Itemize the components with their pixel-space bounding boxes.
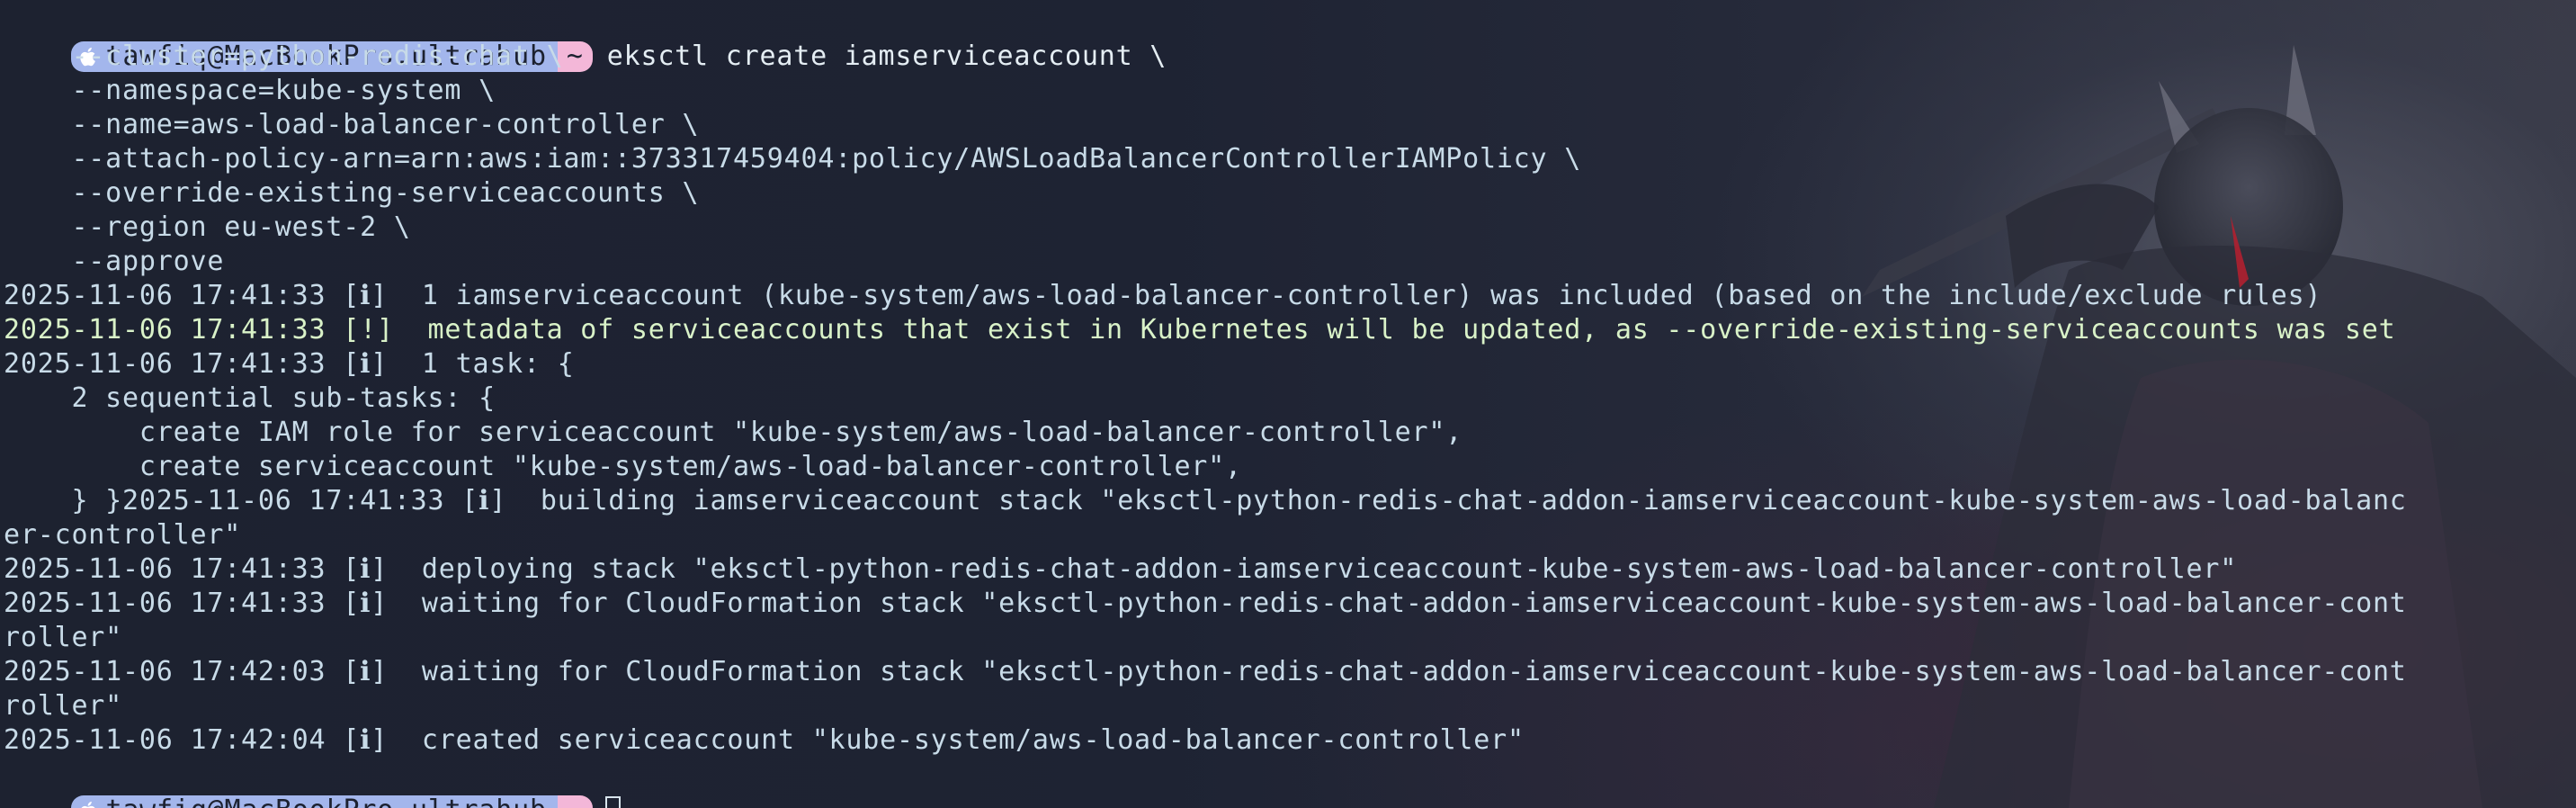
command-arg-line: --override-existing-serviceaccounts \: [4, 177, 700, 209]
command-arg-line: --region eu-west-2 \: [4, 211, 411, 243]
output-line: 2025-11-06 17:42:03 [ℹ] waiting for Clou…: [4, 656, 2407, 687]
terminal-window[interactable]: tawfiq@MacBookPro.ultrahub ~ eksctl create…: [0, 0, 2576, 808]
apple-logo-icon: [81, 801, 95, 808]
command-arg-line: --namespace=kube-system \: [4, 75, 496, 106]
prompt-directory: ~: [557, 795, 593, 808]
final-prompt-line[interactable]: tawfiq@MacBookPro.ultrahub ~: [4, 759, 621, 808]
prompt-line: tawfiq@MacBookPro.ultrahub ~ eksctl create…: [4, 5, 1167, 72]
output-line: roller": [4, 690, 123, 722]
output-line: create IAM role for serviceaccount "kube…: [4, 417, 1463, 448]
output-warning-line: 2025-11-06 17:41:33 [!] metadata of serv…: [4, 314, 2396, 346]
output-line: roller": [4, 622, 123, 653]
text-cursor[interactable]: [604, 796, 621, 808]
output-line: er-controller": [4, 519, 242, 551]
output-line: 2 sequential sub-tasks: {: [4, 382, 496, 414]
command-arg-line: --attach-policy-arn=arn:aws:iam::3733174…: [4, 143, 1582, 175]
command-arg-line: --name=aws-load-balancer-controller \: [4, 109, 700, 140]
output-line: 2025-11-06 17:42:04 [ℹ] created servicea…: [4, 724, 1525, 756]
output-line: create serviceaccount "kube-system/aws-l…: [4, 451, 1242, 482]
output-line: 2025-11-06 17:41:33 [ℹ] 1 task: {: [4, 348, 575, 380]
command-arg-line: --cluster=python-redis-chat \: [4, 40, 564, 72]
output-line: } }2025-11-06 17:41:33 [ℹ] building iams…: [4, 485, 2407, 516]
output-line: 2025-11-06 17:41:33 [ℹ] deploying stack …: [4, 553, 2238, 585]
command-arg-line: --approve: [4, 246, 225, 277]
prompt-user-host-text: tawfiq@MacBookPro.ultrahub: [105, 795, 546, 808]
output-line: 2025-11-06 17:41:33 [ℹ] waiting for Clou…: [4, 588, 2407, 619]
output-line: 2025-11-06 17:41:33 [ℹ] 1 iamserviceacco…: [4, 280, 2322, 311]
command-first-line: eksctl create iamserviceaccount \: [606, 40, 1167, 72]
prompt-user-host: tawfiq@MacBookPro.ultrahub: [71, 795, 558, 808]
